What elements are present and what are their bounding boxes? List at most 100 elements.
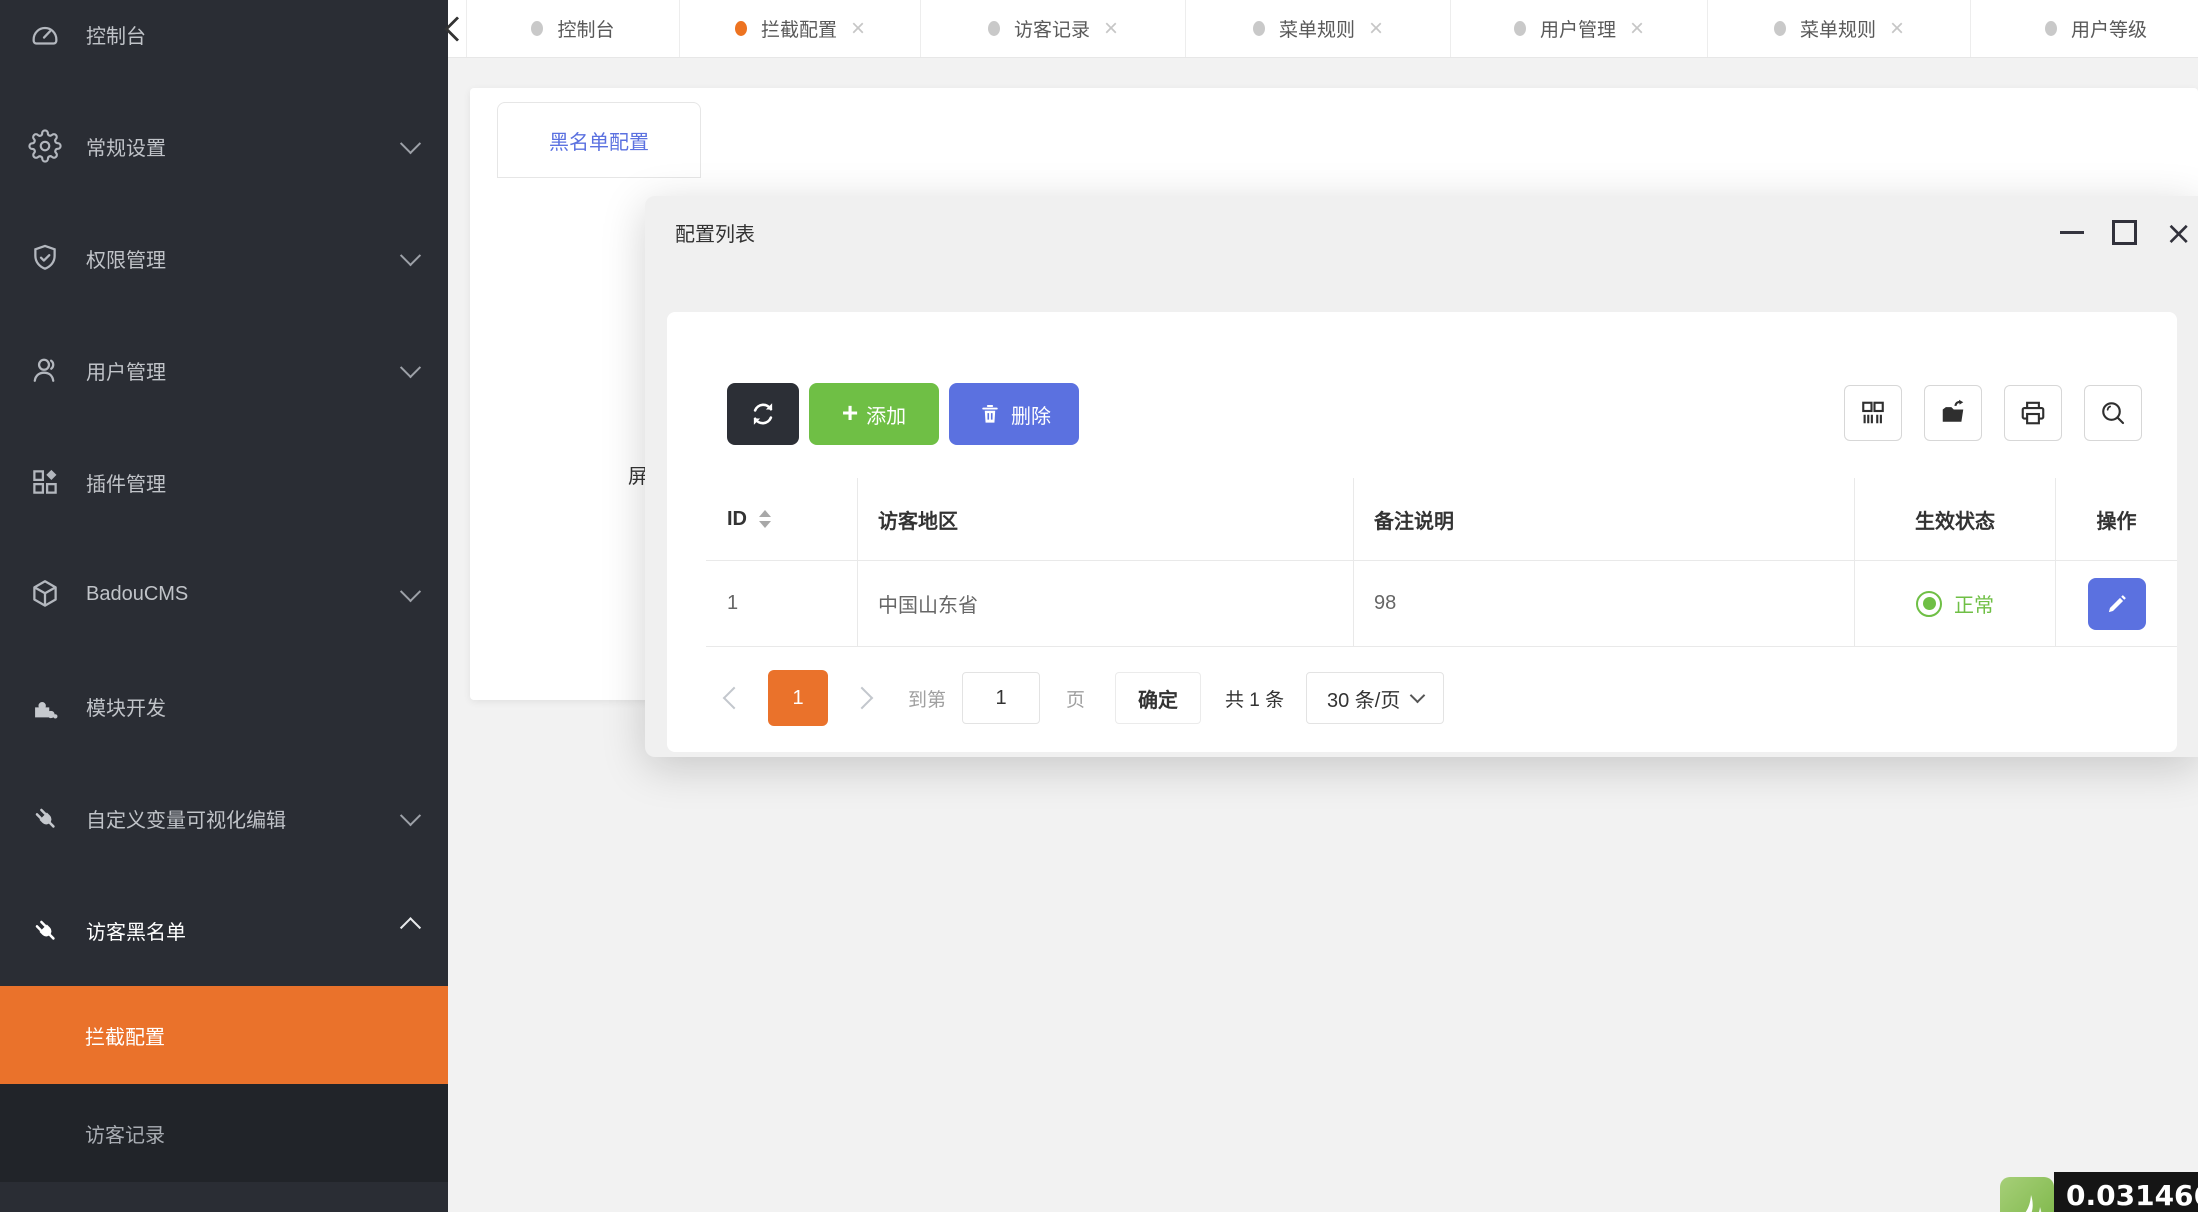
tab-close-icon[interactable]: × xyxy=(1104,17,1118,41)
tab-close-icon[interactable]: × xyxy=(1369,17,1383,41)
maximize-icon[interactable] xyxy=(2112,220,2137,245)
config-table: ID 访客地区 备注说明 生效状态 操作 xyxy=(706,478,2177,647)
sidebar-item-label: 用户管理 xyxy=(86,356,166,385)
app-screen: 控制台 常规设置 权限管理 xyxy=(0,0,2198,1212)
columns-icon xyxy=(1858,398,1888,428)
panel-tab-label: 黑名单配置 xyxy=(549,126,649,155)
window-controls: × xyxy=(2060,220,2192,245)
sidebar-item-label: 模块开发 xyxy=(86,692,166,721)
puzzle-icon xyxy=(28,689,62,723)
sidebar-item-label: 控制台 xyxy=(86,20,146,49)
minimize-icon[interactable] xyxy=(2060,231,2084,234)
status-badge: 正常 xyxy=(1916,589,1994,618)
column-header-region: 访客地区 xyxy=(858,478,1354,560)
chevron-down-icon xyxy=(1410,688,1426,704)
tab-dot-icon xyxy=(735,21,747,36)
column-header-note: 备注说明 xyxy=(1354,478,1855,560)
add-button[interactable]: + 添加 xyxy=(809,383,939,445)
refresh-icon xyxy=(748,399,778,429)
close-icon[interactable]: × xyxy=(2165,222,2192,244)
chevron-down-icon xyxy=(400,133,421,154)
table-card: + 添加 删除 xyxy=(667,312,2177,752)
delete-button[interactable]: 删除 xyxy=(949,383,1079,445)
per-page-value: 30 条/页 xyxy=(1327,684,1400,713)
pencil-icon xyxy=(2104,591,2130,617)
tab-user-management[interactable]: 用户管理 × xyxy=(1451,0,1708,57)
tab-close-icon[interactable]: × xyxy=(1890,17,1904,41)
shield-check-icon xyxy=(28,241,62,275)
table-header-row: ID 访客地区 备注说明 生效状态 操作 xyxy=(706,478,2177,561)
tab-close-icon[interactable]: × xyxy=(851,17,865,41)
dashboard-icon xyxy=(28,17,62,51)
goto-page-input[interactable]: 1 xyxy=(962,672,1040,724)
sidebar-item-users[interactable]: 用户管理 xyxy=(0,314,448,426)
tab-menu-rules-1[interactable]: 菜单规则 × xyxy=(1186,0,1451,57)
sidebar-subitem-visitor-log[interactable]: 访客记录 xyxy=(0,1084,448,1182)
prev-page-icon[interactable] xyxy=(723,687,746,710)
per-page-select[interactable]: 30 条/页 xyxy=(1306,672,1444,724)
cell-status: 正常 xyxy=(1855,561,2056,646)
edit-button[interactable] xyxy=(2088,578,2146,630)
print-button[interactable] xyxy=(2004,385,2062,441)
sidebar-item-label: 访客黑名单 xyxy=(86,916,186,945)
page-number-button[interactable]: 1 xyxy=(768,670,828,726)
tab-label: 用户管理 xyxy=(1540,15,1616,42)
tab-dot-icon xyxy=(988,21,1000,36)
plugin-blocks-icon xyxy=(28,465,62,499)
columns-toggle-button[interactable] xyxy=(1844,385,1902,441)
chevron-left-icon xyxy=(444,16,469,41)
top-tabbar: 控制台 拦截配置 × 访客记录 × 菜单规则 × 用户管理 × 菜单规则 × xyxy=(448,0,2198,58)
sidebar-item-module-dev[interactable]: 模块开发 xyxy=(0,650,448,762)
sidebar-subitem-intercept-config[interactable]: 拦截配置 xyxy=(0,986,448,1084)
tab-dot-icon xyxy=(1253,21,1265,36)
plus-icon: + xyxy=(842,397,858,429)
next-page-icon[interactable] xyxy=(851,687,874,710)
tab-menu-rules-2[interactable]: 菜单规则 × xyxy=(1708,0,1971,57)
refresh-button[interactable] xyxy=(727,383,799,445)
sidebar-item-label: 插件管理 xyxy=(86,468,166,497)
tab-visitor-log[interactable]: 访客记录 × xyxy=(921,0,1186,57)
chevron-down-icon xyxy=(400,357,421,378)
search-icon xyxy=(2098,398,2128,428)
sidebar-item-dashboard[interactable]: 控制台 xyxy=(0,0,448,90)
export-button[interactable] xyxy=(1924,385,1982,441)
sidebar-item-badoucms[interactable]: BadouCMS xyxy=(0,538,448,650)
tab-close-icon[interactable]: × xyxy=(1630,17,1644,41)
column-header-actions: 操作 xyxy=(2056,478,2177,560)
sidebar-item-custom-vars[interactable]: 自定义变量可视化编辑 xyxy=(0,762,448,874)
tab-label: 菜单规则 xyxy=(1800,15,1876,42)
config-list-window: 配置列表 × xyxy=(645,196,2198,757)
sidebar-item-plugins[interactable]: 插件管理 xyxy=(0,426,448,538)
sidebar-item-permissions[interactable]: 权限管理 xyxy=(0,202,448,314)
search-button[interactable] xyxy=(2084,385,2142,441)
column-header-id[interactable]: ID xyxy=(706,478,858,560)
table-row: 1 中国山东省 98 正常 xyxy=(706,561,2177,647)
tab-console[interactable]: 控制台 xyxy=(467,0,680,57)
export-icon xyxy=(1938,398,1968,428)
tab-blacklist-config[interactable]: 黑名单配置 xyxy=(497,102,701,178)
tabs-scroll-left-button[interactable] xyxy=(448,0,467,57)
chevron-down-icon xyxy=(400,581,421,602)
sidebar-item-visitor-blacklist[interactable]: 访客黑名单 xyxy=(0,874,448,986)
status-dot-icon xyxy=(1916,591,1942,617)
chevron-down-icon xyxy=(400,245,421,266)
tab-dot-icon xyxy=(531,21,543,36)
tab-label: 用户等级 xyxy=(2071,15,2147,42)
cell-id: 1 xyxy=(706,561,858,646)
sidebar-subitem-label: 访客记录 xyxy=(85,1119,165,1148)
printer-icon xyxy=(2018,398,2048,428)
sort-icon[interactable] xyxy=(759,510,771,528)
sidebar-item-general-settings[interactable]: 常规设置 xyxy=(0,90,448,202)
total-count-label: 共 1 条 xyxy=(1225,685,1284,712)
sidebar: 控制台 常规设置 权限管理 xyxy=(0,0,448,1212)
tab-intercept-config[interactable]: 拦截配置 × xyxy=(680,0,921,57)
sidebar-submenu: 拦截配置 访客记录 xyxy=(0,986,448,1182)
tab-label: 菜单规则 xyxy=(1279,15,1355,42)
tab-user-level[interactable]: 用户等级 xyxy=(1971,0,2198,57)
cell-actions xyxy=(2056,561,2177,646)
cell-note: 98 xyxy=(1354,561,1855,646)
goto-label: 到第 xyxy=(908,685,946,712)
confirm-button[interactable]: 确定 xyxy=(1115,672,1201,724)
exec-time-badge: 0.031466s xyxy=(2054,1172,2198,1212)
tab-label: 访客记录 xyxy=(1014,15,1090,42)
